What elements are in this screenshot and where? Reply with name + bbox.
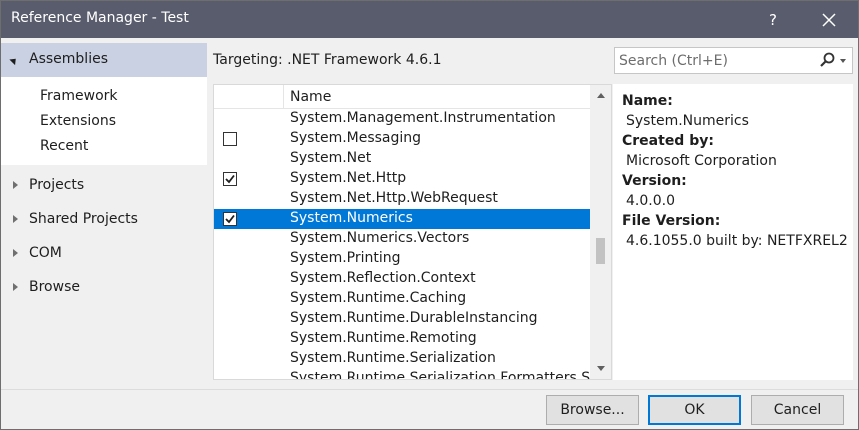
assembly-name: System.Runtime.Serialization — [290, 350, 496, 366]
cancel-button[interactable]: Cancel — [751, 395, 844, 425]
reference-manager-dialog: Reference Manager - Test ? Assemblies Fr… — [0, 0, 859, 430]
list-item[interactable]: System.Runtime.Remoting — [214, 329, 590, 349]
list-item[interactable]: System.Runtime.DurableInstancing — [214, 309, 590, 329]
assembly-name: System.Net.Http — [290, 170, 407, 186]
nav-com-label: COM — [29, 245, 62, 261]
assembly-name: System.Printing — [290, 250, 401, 266]
nav-item-shared-projects[interactable]: Shared Projects — [1, 204, 207, 234]
scroll-down-icon[interactable] — [597, 366, 605, 371]
browse-button[interactable]: Browse... — [546, 395, 639, 425]
list-rows: System.Management.Instrumentation System.… — [214, 109, 590, 380]
assembly-name: System.Runtime.Serialization.Formatters.… — [290, 370, 590, 380]
nav-item-extensions[interactable]: Extensions — [40, 113, 116, 129]
details-version-value: 4.0.0.0 — [626, 193, 675, 209]
assembly-name: System.Numerics — [290, 210, 413, 226]
search-box[interactable] — [614, 47, 853, 74]
targeting-label: Targeting: .NET Framework 4.6.1 — [213, 52, 442, 68]
details-created-label: Created by: — [622, 133, 714, 149]
category-nav: Assemblies Framework Extensions Recent P… — [1, 39, 207, 389]
search-icon[interactable] — [819, 52, 835, 69]
assembly-list: Name System.Management.Instrumentation Sy… — [213, 84, 612, 380]
name-column-header[interactable]: Name — [290, 89, 331, 105]
chevron-down-icon[interactable] — [840, 59, 846, 63]
ok-button[interactable]: OK — [648, 395, 741, 425]
scroll-thumb[interactable] — [596, 238, 605, 264]
list-item[interactable]: System.Reflection.Context — [214, 269, 590, 289]
list-item[interactable]: System.Management.Instrumentation — [214, 109, 590, 129]
assembly-name: System.Messaging — [290, 130, 422, 146]
nav-browse-label: Browse — [29, 279, 80, 295]
collapsed-arrow-icon — [13, 215, 18, 223]
close-button[interactable] — [809, 1, 849, 38]
nav-item-projects[interactable]: Projects — [1, 170, 207, 200]
checkbox-checked[interactable] — [223, 212, 237, 226]
checkbox-column-header[interactable] — [214, 85, 284, 109]
window-title: Reference Manager - Test — [11, 10, 189, 26]
assembly-name: System.Reflection.Context — [290, 270, 476, 286]
checkmark-icon — [225, 214, 235, 224]
details-name-value: System.Numerics — [626, 113, 749, 129]
nav-item-recent[interactable]: Recent — [40, 138, 88, 154]
scroll-up-icon[interactable] — [597, 93, 605, 98]
assembly-name: System.Net — [290, 150, 372, 166]
details-version-label: Version: — [622, 173, 687, 189]
list-header: Name — [214, 85, 611, 109]
assembly-name: System.Runtime.Caching — [290, 290, 467, 306]
list-item[interactable]: System.Runtime.Serialization.Formatters.… — [214, 369, 590, 380]
nav-item-framework[interactable]: Framework — [40, 88, 118, 104]
vertical-scrollbar[interactable] — [590, 85, 611, 379]
list-item[interactable]: System.Runtime.Caching — [214, 289, 590, 309]
list-item[interactable]: System.Messaging — [214, 129, 590, 149]
close-icon — [822, 12, 836, 27]
list-item[interactable]: System.Printing — [214, 249, 590, 269]
checkbox[interactable] — [223, 132, 237, 146]
collapsed-arrow-icon — [13, 181, 18, 189]
nav-item-com[interactable]: COM — [1, 238, 207, 268]
assembly-name: System.Numerics.Vectors — [290, 230, 470, 246]
nav-item-assemblies[interactable]: Assemblies — [1, 43, 207, 77]
help-button[interactable]: ? — [753, 1, 793, 38]
list-item[interactable]: System.Runtime.Serialization — [214, 349, 590, 369]
assembly-name: System.Net.Http.WebRequest — [290, 190, 498, 206]
list-item[interactable]: System.Numerics.Vectors — [214, 229, 590, 249]
list-item[interactable]: System.Net — [214, 149, 590, 169]
checkmark-icon — [225, 174, 235, 184]
title-bar[interactable]: Reference Manager - Test ? — [1, 1, 858, 38]
nav-shared-projects-label: Shared Projects — [29, 211, 138, 227]
details-file-version-label: File Version: — [622, 213, 721, 229]
list-item[interactable]: System.Numerics — [214, 209, 590, 229]
nav-assemblies-label: Assemblies — [29, 51, 108, 67]
nav-projects-label: Projects — [29, 177, 85, 193]
details-panel: Name: System.Numerics Created by: Micros… — [613, 84, 853, 380]
search-input[interactable] — [619, 51, 809, 70]
details-file-version-value: 4.6.1055.0 built by: NETFXREL2 — [626, 233, 848, 249]
checkbox-checked[interactable] — [223, 172, 237, 186]
details-name-label: Name: — [622, 93, 673, 109]
nav-item-browse[interactable]: Browse — [1, 272, 207, 302]
assembly-name: System.Management.Instrumentation — [290, 110, 556, 126]
assembly-name: System.Runtime.DurableInstancing — [290, 310, 538, 326]
details-created-value: Microsoft Corporation — [626, 153, 777, 169]
collapsed-arrow-icon — [13, 283, 18, 291]
assemblies-subitems: Framework Extensions Recent — [1, 77, 207, 165]
list-item[interactable]: System.Net.Http — [214, 169, 590, 189]
collapsed-arrow-icon — [13, 249, 18, 257]
list-item[interactable]: System.Net.Http.WebRequest — [214, 189, 590, 209]
expanded-arrow-icon — [9, 55, 19, 66]
footer-divider — [1, 389, 858, 390]
assembly-name: System.Runtime.Remoting — [290, 330, 477, 346]
